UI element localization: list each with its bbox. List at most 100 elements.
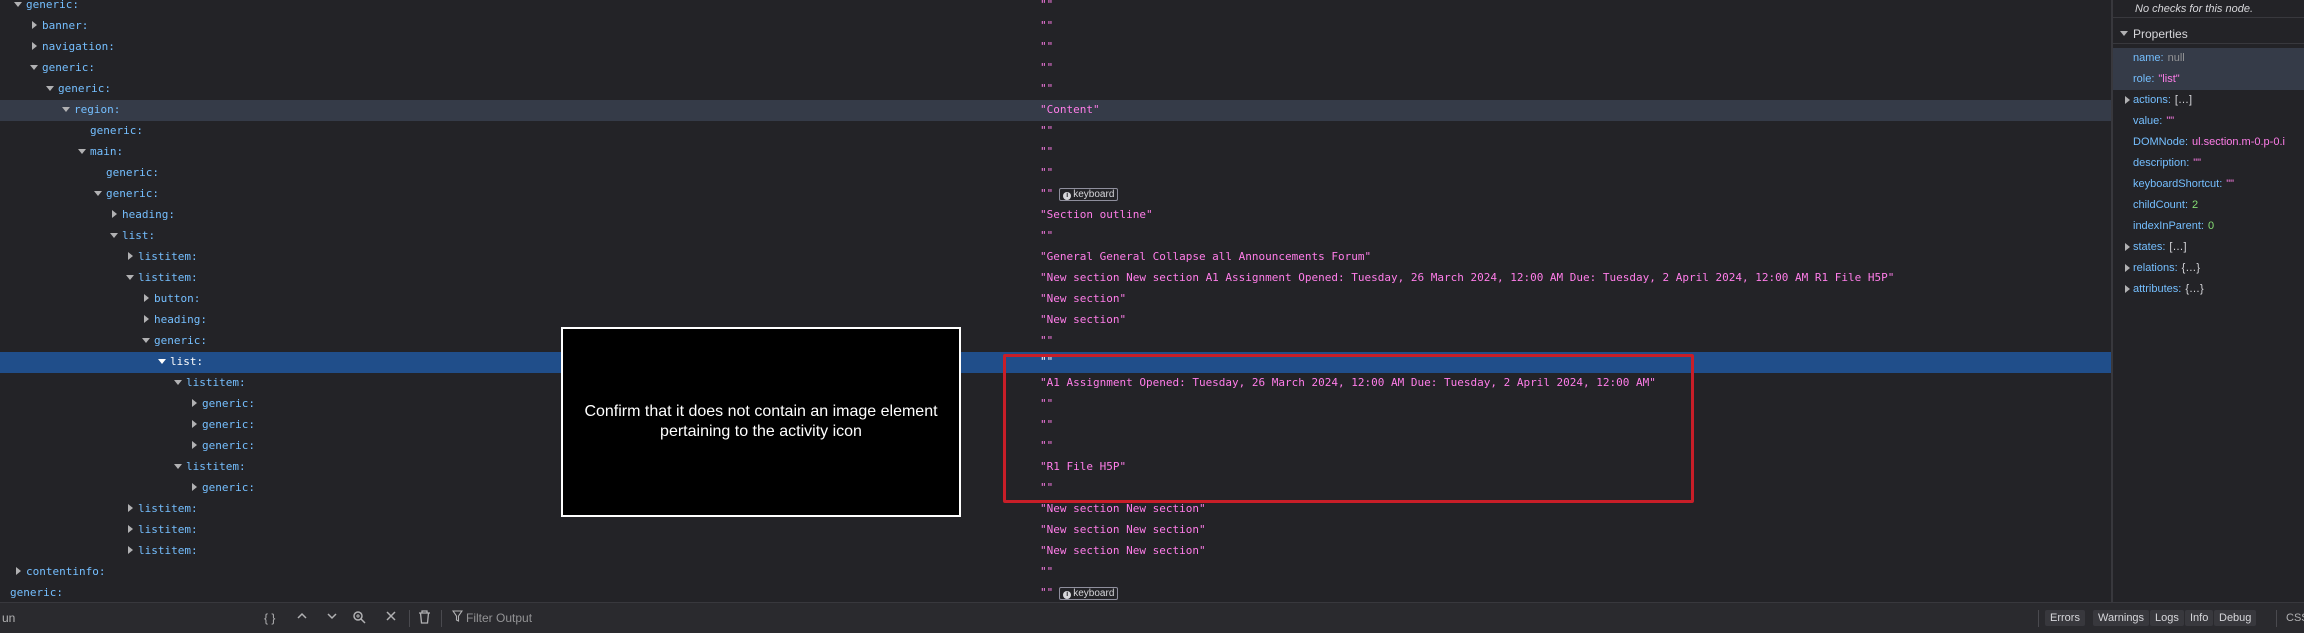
collapsed-arrow-icon[interactable] [128, 504, 133, 512]
filter-logs-button[interactable]: Logs [2150, 610, 2184, 626]
property-row: DOMNode: ul.section.m-0.p-0.i [2113, 132, 2304, 153]
keyboard-badge: i keyboard [1059, 587, 1119, 600]
pretty-print-icon[interactable]: { } [264, 610, 275, 626]
expanded-arrow-icon[interactable] [158, 359, 166, 364]
tree-row[interactable]: listitem: "General General Collapse all A… [0, 247, 2111, 268]
css-toggle-button[interactable]: CSS [2286, 610, 2304, 626]
tree-row[interactable]: listitem: "New section New section A1 Ass… [0, 268, 2111, 289]
collapsed-arrow-icon[interactable] [144, 315, 149, 323]
checks-message: No checks for this node. [2113, 0, 2304, 18]
collapsed-arrow-icon[interactable] [192, 441, 197, 449]
collapsed-arrow-icon[interactable] [128, 252, 133, 260]
property-row[interactable]: relations: {…} [2113, 258, 2304, 279]
filter-output-input[interactable] [466, 609, 766, 627]
tree-row[interactable]: generic: "" [0, 163, 2111, 184]
expand-arrow-icon[interactable] [2125, 96, 2130, 104]
tree-row[interactable]: generic: "" [0, 121, 2111, 142]
properties-section-header[interactable]: Properties [2113, 24, 2304, 44]
tree-row[interactable]: listitem: "New section New section" [0, 541, 2111, 562]
node-name: "" [1040, 0, 1053, 11]
tree-row[interactable]: contentinfo: "" [0, 562, 2111, 583]
property-value: "list" [2158, 73, 2180, 85]
node-role: generic: [58, 82, 111, 95]
tree-row[interactable]: heading: "New section" [0, 310, 2111, 331]
collapsed-arrow-icon[interactable] [192, 483, 197, 491]
trash-icon[interactable] [418, 610, 431, 628]
tree-row[interactable]: generic: "" [0, 331, 2111, 352]
property-value: {…} [2185, 283, 2204, 295]
collapsed-arrow-icon[interactable] [128, 546, 133, 554]
collapsed-arrow-icon[interactable] [16, 567, 21, 575]
accessibility-tree: generic: "" banner: "" navigation: "" generic:… [0, 0, 2111, 602]
collapsed-arrow-icon[interactable] [192, 420, 197, 428]
property-key-text: DOMNode: [2133, 136, 2189, 148]
tree-row[interactable]: list: "" [0, 226, 2111, 247]
tree-row[interactable]: main: "" [0, 142, 2111, 163]
expanded-arrow-icon[interactable] [110, 233, 118, 238]
tree-row[interactable]: heading: "Section outline" [0, 205, 2111, 226]
property-key-text: name: [2133, 52, 2164, 64]
property-key: states: […] [2133, 237, 2187, 258]
property-value: "" [2166, 115, 2175, 127]
collapsed-arrow-icon[interactable] [144, 294, 149, 302]
tree-row[interactable]: region: "Content" [0, 100, 2111, 121]
info-icon: i [1063, 192, 1072, 200]
expanded-arrow-icon[interactable] [142, 338, 150, 343]
property-row: indexInParent: 0 [2113, 216, 2304, 237]
close-icon[interactable] [385, 610, 397, 626]
filter-warnings-button[interactable]: Warnings [2093, 610, 2150, 626]
tree-row[interactable]: generic: "" i keyboard [0, 184, 2111, 205]
node-name: "New section New section" [1040, 545, 1206, 557]
filter-debug-button[interactable]: Debug [2214, 610, 2257, 626]
tree-row[interactable]: generic: "" [0, 0, 2111, 16]
node-role: banner: [42, 19, 89, 32]
expanded-arrow-icon[interactable] [78, 149, 86, 154]
node-role: navigation: [42, 40, 115, 53]
tree-row[interactable]: button: "New section" [0, 289, 2111, 310]
collapsed-arrow-icon[interactable] [192, 399, 197, 407]
node-name: "" [1040, 566, 1053, 578]
tree-row[interactable]: navigation: "" [0, 37, 2111, 58]
collapsed-arrow-icon[interactable] [128, 525, 133, 533]
tree-row[interactable]: generic: "" [0, 58, 2111, 79]
property-row[interactable]: actions: […] [2113, 90, 2304, 111]
node-role: list: [122, 229, 156, 242]
node-role: region: [74, 103, 121, 116]
tree-row[interactable]: generic: "" [0, 79, 2111, 100]
console-input-text[interactable]: un [2, 610, 15, 626]
zoom-icon[interactable] [352, 610, 366, 628]
tree-row[interactable]: banner: "" [0, 16, 2111, 37]
property-row[interactable]: attributes: {…} [2113, 279, 2304, 300]
filter-errors-button[interactable]: Errors [2045, 610, 2085, 626]
expand-arrow-icon[interactable] [2125, 264, 2130, 272]
expanded-arrow-icon[interactable] [30, 65, 38, 70]
collapsed-arrow-icon[interactable] [32, 42, 37, 50]
expanded-arrow-icon[interactable] [62, 107, 70, 112]
node-role: listitem: [138, 250, 198, 263]
expanded-arrow-icon[interactable] [94, 191, 102, 196]
expanded-arrow-icon[interactable] [174, 464, 182, 469]
expanded-arrow-icon[interactable] [46, 86, 54, 91]
node-name-text: "" [1040, 145, 1054, 158]
expanded-arrow-icon[interactable] [126, 275, 134, 280]
property-row[interactable]: states: […] [2113, 237, 2304, 258]
properties-sidebar: No checks for this node. Properties name… [2113, 0, 2304, 602]
expanded-arrow-icon[interactable] [14, 2, 22, 7]
tree-row[interactable]: listitem: "New section New section" [0, 520, 2111, 541]
node-name: "" [1040, 167, 1053, 179]
node-role: generic: [154, 334, 207, 347]
expand-arrow-icon[interactable] [2125, 285, 2130, 293]
property-value: […] [2174, 94, 2193, 106]
node-name: "New section New section" [1040, 503, 1206, 515]
collapsed-arrow-icon[interactable] [32, 21, 37, 29]
tree-row[interactable]: generic: "" i keyboard [0, 583, 2111, 602]
expanded-arrow-icon[interactable] [174, 380, 182, 385]
chevron-down-icon[interactable] [326, 610, 338, 626]
node-name: "" [1040, 83, 1053, 95]
filter-info-button[interactable]: Info [2185, 610, 2214, 626]
expand-arrow-icon[interactable] [2125, 243, 2130, 251]
chevron-up-icon[interactable] [296, 610, 308, 626]
collapsed-arrow-icon[interactable] [112, 210, 117, 218]
node-name-text: "" [1040, 40, 1054, 53]
property-key-text: description: [2133, 157, 2190, 169]
